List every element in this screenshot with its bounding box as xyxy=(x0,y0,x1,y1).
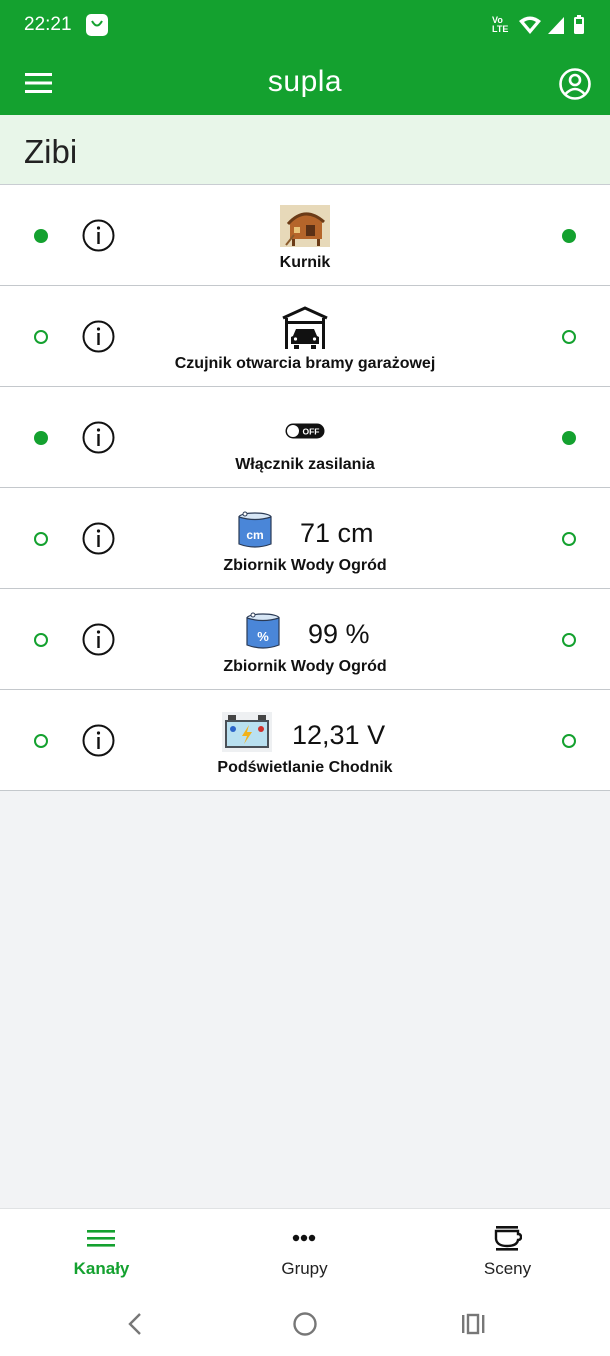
channel-list: Kurnik Czujnik otwarcia bramy garażowej xyxy=(0,185,610,791)
channel-label: Kurnik xyxy=(279,254,331,271)
channel-row-kurnik[interactable]: Kurnik xyxy=(0,185,610,286)
app-bar: supla xyxy=(0,52,610,115)
info-icon[interactable] xyxy=(82,219,115,252)
wifi-icon xyxy=(519,16,541,34)
system-navigation-bar xyxy=(0,1295,610,1356)
tank-unit-text: cm xyxy=(246,528,263,542)
garage-door-icon xyxy=(282,306,328,349)
cup-icon xyxy=(494,1226,522,1251)
info-icon[interactable] xyxy=(82,623,115,656)
status-dot-left xyxy=(34,734,48,748)
tab-sceny[interactable]: Sceny xyxy=(406,1209,609,1296)
channel-label: Czujnik otwarcia bramy garażowej xyxy=(174,355,436,372)
status-dot-right xyxy=(562,532,576,546)
signal-icon xyxy=(548,17,564,34)
notification-bag-icon xyxy=(86,14,108,36)
channel-label: Zbiornik Wody Ogród xyxy=(223,658,387,675)
info-icon[interactable] xyxy=(82,522,115,555)
app-title: supla xyxy=(267,65,343,98)
list-icon xyxy=(87,1230,115,1247)
channel-row-power-switch[interactable]: OFF Włącznik zasilania xyxy=(0,387,610,488)
channel-value: 99 % xyxy=(308,619,370,649)
switch-state-text: OFF xyxy=(303,427,320,437)
channel-label: Podświetlanie Chodnik xyxy=(217,759,393,776)
battery-voltage-icon xyxy=(222,712,272,752)
channel-row-water-tank-percent[interactable]: % 99 % Zbiornik Wody Ogród xyxy=(0,589,610,690)
status-dot-right xyxy=(562,633,576,647)
status-dot-right xyxy=(562,734,576,748)
tab-label: Grupy xyxy=(281,1259,328,1278)
chicken-coop-icon xyxy=(280,205,330,247)
status-dot-left xyxy=(34,330,48,344)
location-header[interactable]: Zibi xyxy=(0,115,610,185)
water-tank-percent-icon: % xyxy=(246,612,280,649)
home-icon[interactable] xyxy=(292,1311,318,1337)
status-dot-left xyxy=(34,229,48,243)
status-bar: 22:21 Vo LTE xyxy=(0,0,610,52)
more-dots-icon xyxy=(292,1234,316,1242)
tab-label: Kanały xyxy=(73,1259,130,1278)
channel-label: Zbiornik Wody Ogród xyxy=(223,557,387,574)
status-dot-right xyxy=(562,431,576,445)
status-dot-right xyxy=(562,229,576,243)
location-name: Zibi xyxy=(24,133,78,170)
channel-value: 12,31 V xyxy=(292,720,386,750)
channel-row-voltage[interactable]: 12,31 V Podświetlanie Chodnik xyxy=(0,690,610,791)
status-dot-left xyxy=(34,633,48,647)
status-dot-right xyxy=(562,330,576,344)
power-switch-off-icon: OFF xyxy=(285,423,325,439)
status-dot-left xyxy=(34,431,48,445)
info-icon[interactable] xyxy=(82,724,115,757)
channel-row-garage-sensor[interactable]: Czujnik otwarcia bramy garażowej xyxy=(0,286,610,387)
tab-kanaly[interactable]: Kanały xyxy=(0,1209,203,1296)
back-icon[interactable] xyxy=(124,1311,148,1337)
status-time: 22:21 xyxy=(24,14,72,35)
volte-indicator: Vo LTE xyxy=(492,15,509,34)
info-icon[interactable] xyxy=(82,320,115,353)
account-circle-icon[interactable] xyxy=(558,67,592,101)
recents-icon[interactable] xyxy=(460,1311,486,1337)
battery-icon xyxy=(574,15,584,34)
channel-label: Włącznik zasilania xyxy=(235,456,375,473)
channel-value: 71 cm xyxy=(300,518,374,548)
tab-grupy[interactable]: Grupy xyxy=(203,1209,406,1296)
water-tank-cm-icon: cm xyxy=(238,511,272,548)
info-icon[interactable] xyxy=(82,421,115,454)
status-dot-left xyxy=(34,532,48,546)
channel-row-water-tank-level[interactable]: cm 71 cm Zbiornik Wody Ogród xyxy=(0,488,610,589)
tank-unit-text: % xyxy=(257,629,269,644)
bottom-navigation: Kanały Grupy Sceny xyxy=(0,1208,610,1295)
tab-label: Sceny xyxy=(483,1259,532,1278)
